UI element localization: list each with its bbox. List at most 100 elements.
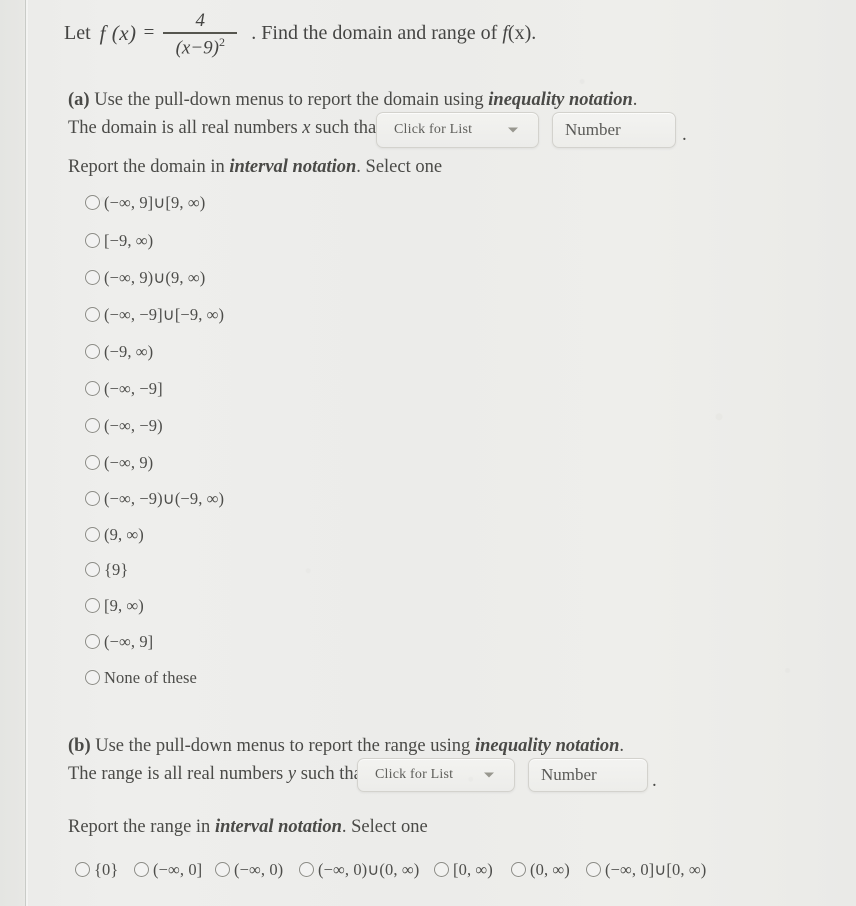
part-a-trailing-period: .	[682, 124, 687, 145]
domain-inequality-select[interactable]: Click for List	[376, 112, 539, 148]
domain-option-5[interactable]: (−∞, −9]	[85, 378, 163, 398]
radio-icon[interactable]	[299, 861, 314, 877]
part-b-label: (b)	[68, 736, 91, 756]
range-option-label: (−∞, 0]	[153, 859, 203, 879]
range-option-2[interactable]: (−∞, 0)	[215, 859, 283, 879]
radio-icon[interactable]	[85, 561, 100, 577]
domain-option-9[interactable]: (9, ∞)	[85, 524, 144, 544]
radio-icon[interactable]	[134, 861, 149, 877]
domain-number-input[interactable]: Number	[552, 112, 676, 148]
domain-option-label: (−∞, −9)∪(−9, ∞)	[104, 488, 225, 508]
range-option-label: (−∞, 0)∪(0, ∞)	[318, 859, 420, 879]
domain-option-6[interactable]: (−∞, −9)	[85, 415, 163, 435]
range-option-3[interactable]: (−∞, 0)∪(0, ∞)	[299, 859, 419, 879]
radio-icon[interactable]	[85, 454, 100, 470]
domain-option-label: [9, ∞)	[104, 595, 144, 615]
part-a-instruction-emphasis: inequality notation	[488, 90, 633, 110]
domain-option-8[interactable]: (−∞, −9)∪(−9, ∞)	[85, 488, 224, 508]
domain-option-3[interactable]: (−∞, −9]∪[−9, ∞)	[85, 304, 224, 324]
domain-option-4[interactable]: (−9, ∞)	[85, 341, 153, 361]
range-option-label: (−∞, 0]∪[0, ∞)	[605, 859, 707, 879]
part-b-instruction: (b) Use the pull-down menus to report th…	[68, 736, 624, 757]
function-notation: f (x)	[99, 20, 137, 45]
domain-option-10[interactable]: {9}	[85, 559, 128, 579]
part-b-interval-prompt: Report the range in interval notation. S…	[68, 817, 428, 838]
range-option-label: (0, ∞)	[530, 859, 570, 879]
range-option-label: (−∞, 0)	[234, 859, 284, 879]
part-a-interval-suffix: . Select one	[356, 157, 443, 177]
problem-question-arg: (x)	[507, 21, 532, 44]
domain-option-label: (−∞, 9)∪(9, ∞)	[104, 267, 206, 287]
radio-icon[interactable]	[75, 861, 90, 877]
part-b-variable: y	[287, 764, 297, 784]
domain-option-1[interactable]: [−9, ∞)	[85, 230, 153, 250]
part-a-instruction: (a) Use the pull-down menus to report th…	[68, 90, 637, 111]
range-option-5[interactable]: (0, ∞)	[511, 859, 570, 879]
domain-option-2[interactable]: (−∞, 9)∪(9, ∞)	[85, 267, 205, 287]
problem-question-text: . Find the domain and range of	[251, 21, 498, 44]
part-a-sentence-suffix: such that	[315, 118, 382, 138]
range-inequality-select[interactable]: Click for List	[357, 758, 515, 792]
domain-option-label: (9, ∞)	[104, 524, 144, 544]
part-b-instruction-text: Use the pull-down menus to report the ra…	[95, 736, 471, 756]
denominator-exponent: 2	[218, 35, 225, 49]
domain-option-label: {9}	[104, 559, 129, 579]
domain-option-11[interactable]: [9, ∞)	[85, 595, 144, 615]
equals-sign: =	[143, 22, 155, 44]
radio-icon[interactable]	[586, 861, 601, 877]
radio-icon[interactable]	[215, 861, 230, 877]
range-option-6[interactable]: (−∞, 0]∪[0, ∞)	[586, 859, 706, 879]
radio-icon[interactable]	[85, 232, 100, 248]
problem-question: . Find the domain and range of f(x).	[251, 22, 536, 45]
part-a-instruction-text: Use the pull-down menus to report the do…	[94, 90, 484, 110]
domain-option-label: (−∞, −9)	[104, 415, 163, 435]
range-option-0[interactable]: {0}	[75, 859, 118, 879]
radio-icon[interactable]	[434, 861, 449, 877]
radio-icon[interactable]	[85, 194, 100, 210]
radio-icon[interactable]	[85, 490, 100, 506]
part-b-sentence: The range is all real numbers y such tha…	[68, 764, 367, 785]
part-a-sentence-prefix: The domain is all real numbers	[68, 118, 298, 138]
radio-icon[interactable]	[85, 633, 100, 649]
fraction-denominator: (x−9)2	[172, 34, 229, 57]
radio-icon[interactable]	[511, 861, 526, 877]
domain-option-label: (−9, ∞)	[104, 341, 154, 361]
radio-icon[interactable]	[85, 417, 100, 433]
range-select-label: Click for List	[375, 767, 454, 782]
fraction-numerator: 4	[195, 10, 206, 31]
part-b-trailing-period: .	[652, 770, 657, 791]
range-number-placeholder: Number	[541, 765, 597, 784]
part-b-interval-prefix: Report the range in	[68, 817, 211, 837]
part-b-sentence-prefix: The range is all real numbers	[68, 764, 284, 784]
part-b-instruction-period: .	[619, 736, 624, 756]
radio-icon[interactable]	[85, 380, 100, 396]
part-a-interval-prefix: Report the domain in	[68, 157, 225, 177]
radio-icon[interactable]	[85, 343, 100, 359]
radio-icon[interactable]	[85, 669, 100, 685]
denominator-base: (x−9)	[175, 37, 219, 59]
chevron-down-icon	[508, 127, 518, 133]
part-a-sentence: The domain is all real numbers x such th…	[68, 118, 381, 139]
domain-option-12[interactable]: (−∞, 9]	[85, 631, 153, 651]
problem-statement: Let f (x) = 4 (x−9)2 . Find the domain a…	[64, 10, 536, 57]
radio-icon[interactable]	[85, 269, 100, 285]
domain-select-label: Click for List	[394, 122, 473, 137]
radio-icon[interactable]	[85, 306, 100, 322]
domain-option-7[interactable]: (−∞, 9)	[85, 452, 153, 472]
radio-icon[interactable]	[85, 597, 100, 613]
domain-option-label: (−∞, 9)	[104, 452, 154, 472]
domain-number-placeholder: Number	[565, 120, 621, 139]
part-a-label: (a)	[68, 90, 90, 110]
domain-option-label: (−∞, 9]∪[9, ∞)	[104, 192, 206, 212]
range-option-4[interactable]: [0, ∞)	[434, 859, 493, 879]
radio-icon[interactable]	[85, 526, 100, 542]
domain-option-13[interactable]: None of these	[85, 667, 197, 687]
problem-lead: Let	[64, 21, 91, 44]
range-option-1[interactable]: (−∞, 0]	[134, 859, 202, 879]
domain-option-0[interactable]: (−∞, 9]∪[9, ∞)	[85, 192, 205, 212]
domain-option-label: (−∞, −9]∪[−9, ∞)	[104, 304, 225, 324]
range-option-label: {0}	[94, 859, 119, 879]
range-number-input[interactable]: Number	[528, 758, 648, 792]
domain-option-label: (−∞, 9]	[104, 631, 154, 651]
part-a-interval-emphasis: interval notation	[229, 157, 357, 177]
